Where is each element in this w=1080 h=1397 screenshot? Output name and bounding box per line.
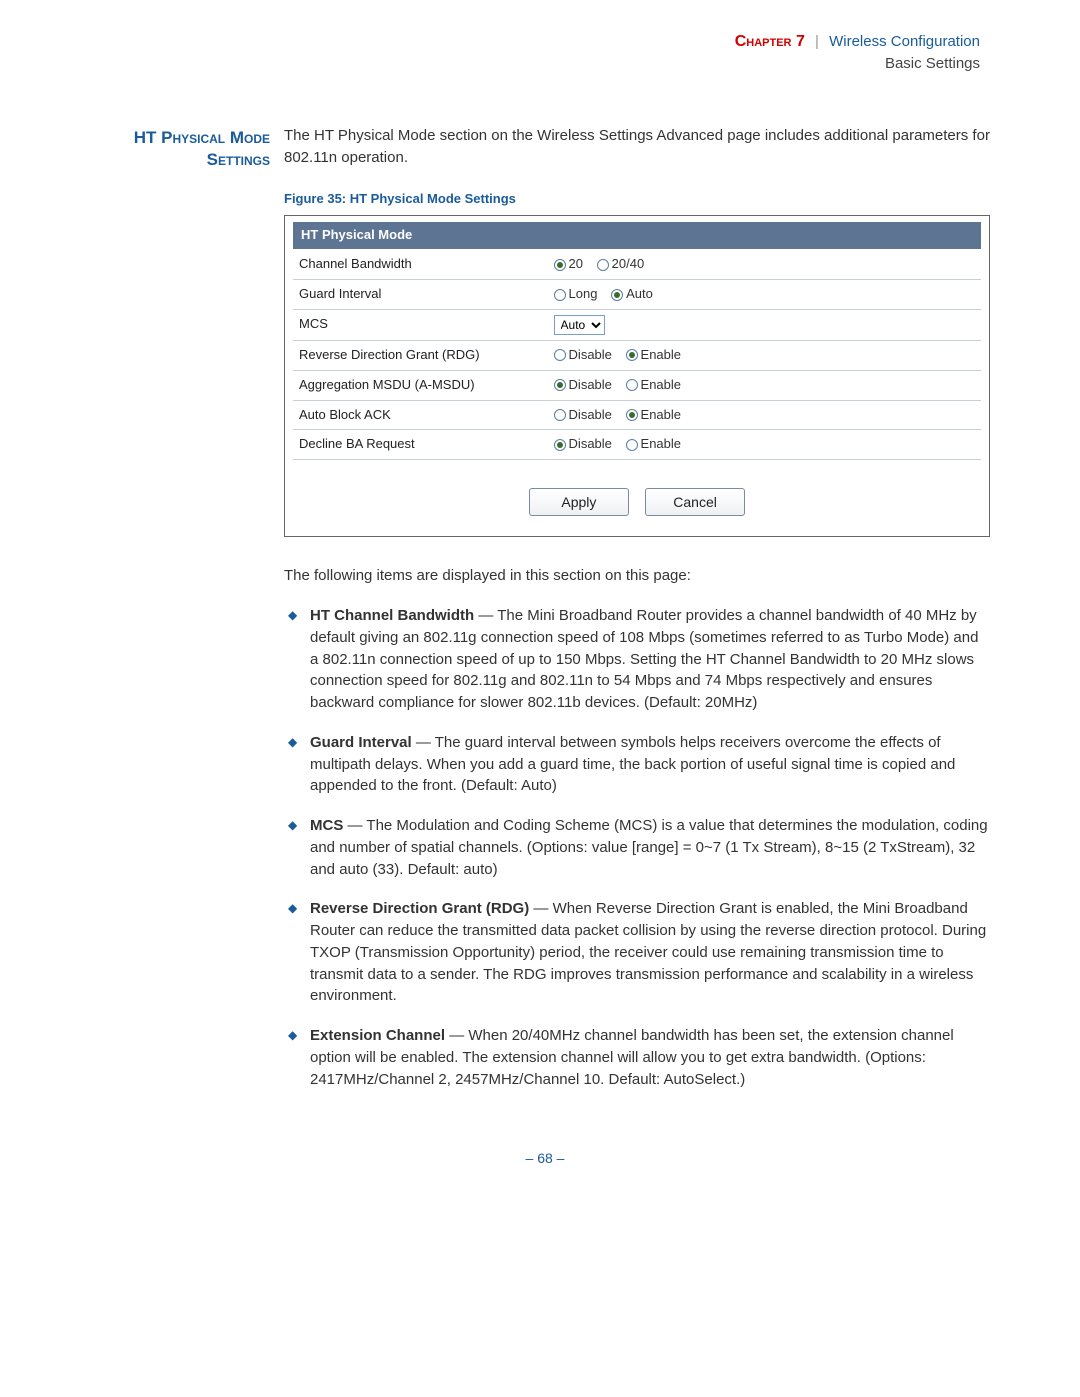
header-title: Wireless Configuration	[829, 33, 980, 50]
radio-rdg-disable[interactable]	[554, 349, 566, 361]
radio-aba-enable-label: Enable	[641, 407, 681, 422]
cancel-button[interactable]: Cancel	[645, 488, 745, 516]
row-channel-bandwidth: Channel Bandwidth 20 20/40	[293, 249, 981, 279]
radio-aba-enable[interactable]	[626, 409, 638, 421]
radio-cb-20-label: 20	[569, 256, 583, 271]
settings-table: Channel Bandwidth 20 20/40 Guard Inte	[293, 249, 981, 460]
item-title: Guard Interval	[310, 734, 412, 751]
item-title: HT Channel Bandwidth	[310, 607, 474, 624]
radio-cb-20[interactable]	[554, 259, 566, 271]
header-subtitle: Basic Settings	[100, 53, 980, 75]
label-amsdu: Aggregation MSDU (A-MSDU)	[293, 370, 548, 400]
radio-dba-enable-label: Enable	[641, 436, 681, 451]
radio-rdg-enable[interactable]	[626, 349, 638, 361]
item-title: Extension Channel	[310, 1027, 445, 1044]
radio-aba-disable-label: Disable	[569, 407, 612, 422]
item-title: Reverse Direction Grant (RDG)	[310, 900, 529, 917]
figure-caption: Figure 35: HT Physical Mode Settings	[284, 190, 990, 209]
items-list: HT Channel Bandwidth — The Mini Broadban…	[284, 605, 990, 1090]
radio-gi-auto[interactable]	[611, 289, 623, 301]
radio-rdg-disable-label: Disable	[569, 347, 612, 362]
select-mcs[interactable]: Auto	[554, 315, 605, 335]
radio-amsdu-disable-label: Disable	[569, 377, 612, 392]
list-item: MCS — The Modulation and Coding Scheme (…	[284, 815, 990, 880]
radio-gi-long[interactable]	[554, 289, 566, 301]
radio-dba-enable[interactable]	[626, 439, 638, 451]
chapter-label: Chapter 7	[735, 33, 805, 50]
row-rdg: Reverse Direction Grant (RDG) Disable En…	[293, 340, 981, 370]
radio-cb-2040[interactable]	[597, 259, 609, 271]
label-channel-bandwidth: Channel Bandwidth	[293, 249, 548, 279]
figure-box: HT Physical Mode Channel Bandwidth 20 20…	[284, 215, 990, 537]
list-item: HT Channel Bandwidth — The Mini Broadban…	[284, 605, 990, 714]
row-decline-ba: Decline BA Request Disable Enable	[293, 430, 981, 460]
label-mcs: MCS	[293, 309, 548, 340]
label-rdg: Reverse Direction Grant (RDG)	[293, 340, 548, 370]
label-guard-interval: Guard Interval	[293, 279, 548, 309]
radio-dba-disable[interactable]	[554, 439, 566, 451]
radio-gi-long-label: Long	[569, 286, 598, 301]
side-heading: HT Physical Mode Settings	[100, 125, 270, 1109]
items-lead: The following items are displayed in thi…	[284, 565, 990, 587]
apply-button[interactable]: Apply	[529, 488, 629, 516]
radio-cb-2040-label: 20/40	[612, 256, 645, 271]
radio-amsdu-enable-label: Enable	[641, 377, 681, 392]
page-header: Chapter 7 | Wireless Configuration Basic…	[100, 30, 990, 75]
row-guard-interval: Guard Interval Long Auto	[293, 279, 981, 309]
label-decline-ba: Decline BA Request	[293, 430, 548, 460]
row-auto-block-ack: Auto Block ACK Disable Enable	[293, 400, 981, 430]
label-auto-block-ack: Auto Block ACK	[293, 400, 548, 430]
intro-paragraph: The HT Physical Mode section on the Wire…	[284, 125, 990, 169]
radio-gi-auto-label: Auto	[626, 286, 653, 301]
list-item: Extension Channel — When 20/40MHz channe…	[284, 1025, 990, 1090]
row-amsdu: Aggregation MSDU (A-MSDU) Disable Enable	[293, 370, 981, 400]
list-item: Reverse Direction Grant (RDG) — When Rev…	[284, 898, 990, 1007]
page-number: – 68 –	[100, 1148, 990, 1168]
header-separator: |	[815, 33, 819, 50]
row-mcs: MCS Auto	[293, 309, 981, 340]
item-title: MCS	[310, 817, 343, 834]
radio-dba-disable-label: Disable	[569, 436, 612, 451]
radio-rdg-enable-label: Enable	[641, 347, 681, 362]
radio-amsdu-disable[interactable]	[554, 379, 566, 391]
list-item: Guard Interval — The guard interval betw…	[284, 732, 990, 797]
panel-header: HT Physical Mode	[293, 222, 981, 249]
radio-amsdu-enable[interactable]	[626, 379, 638, 391]
item-text: — The Modulation and Coding Scheme (MCS)…	[310, 817, 988, 878]
radio-aba-disable[interactable]	[554, 409, 566, 421]
